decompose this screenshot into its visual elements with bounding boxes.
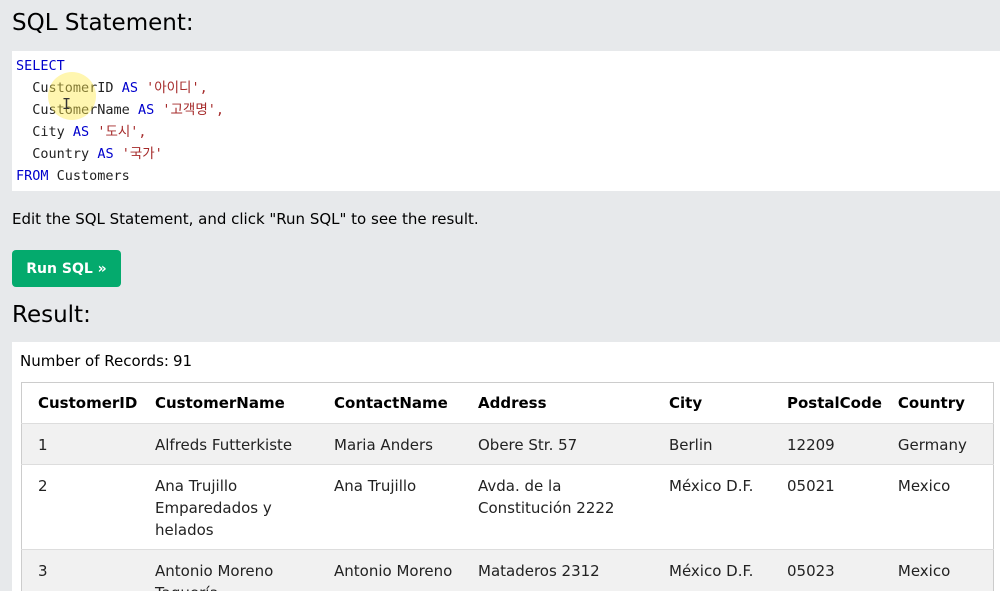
sql-editor[interactable]: SELECT CustomerID AS '아이디', CustomerName… <box>12 51 1000 191</box>
table-cell: Germany <box>881 423 994 465</box>
sql-line: SELECT <box>16 55 1000 77</box>
table-cell: México D.F. <box>653 549 771 591</box>
table-cell: Mexico <box>881 464 994 550</box>
column-header: City <box>653 382 771 424</box>
table-cell: Berlin <box>653 423 771 465</box>
sql-statement-heading: SQL Statement: <box>12 10 194 36</box>
table-cell: 05021 <box>771 464 882 550</box>
records-count: Number of Records: 91 <box>20 352 192 370</box>
sql-keyword: AS <box>121 80 138 96</box>
sql-field: CustomerID <box>32 80 114 96</box>
column-header: ContactName <box>318 382 462 424</box>
table-row: 2 Ana Trujillo Emparedados y helados Ana… <box>21 464 994 550</box>
column-header: PostalCode <box>771 382 882 424</box>
sql-keyword: AS <box>72 124 90 140</box>
sql-line: Country AS '국가' <box>16 143 1000 165</box>
sql-keyword: SELECT <box>16 58 65 74</box>
table-row: 1 Alfreds Futterkiste Maria Anders Obere… <box>21 423 994 465</box>
table-cell: Ana Trujillo <box>318 464 462 550</box>
table-cell: Antonio Moreno Taquería <box>139 549 318 591</box>
column-header: CustomerID <box>21 382 139 424</box>
run-sql-button[interactable]: Run SQL » <box>12 250 121 287</box>
text-cursor-icon: I <box>62 95 72 113</box>
table-cell: 12209 <box>771 423 882 465</box>
result-heading: Result: <box>12 302 91 328</box>
sql-line: CustomerName AS '고객명', <box>16 99 1000 121</box>
sql-keyword: FROM <box>16 168 49 184</box>
column-header: Country <box>881 382 994 424</box>
table-cell: Mataderos 2312 <box>462 549 653 591</box>
table-cell: Ana Trujillo Emparedados y helados <box>139 464 318 550</box>
table-cell: Antonio Moreno <box>318 549 462 591</box>
table-cell: 05023 <box>771 549 882 591</box>
sql-field: Country <box>32 146 90 162</box>
table-cell: 2 <box>21 464 139 550</box>
table-cell: Alfreds Futterkiste <box>139 423 318 465</box>
sql-alias: '국가' <box>121 146 163 162</box>
table-row: 3 Antonio Moreno Taquería Antonio Moreno… <box>21 549 994 591</box>
records-label: Number of Records: <box>20 352 169 370</box>
sql-alias: '도시', <box>97 124 147 140</box>
table-header-row: CustomerID CustomerName ContactName Addr… <box>21 382 994 424</box>
table-cell: Avda. de la Constitución 2222 <box>462 464 653 550</box>
column-header: Address <box>462 382 653 424</box>
table-cell: Mexico <box>881 549 994 591</box>
result-panel: Number of Records: 91 CustomerID Customer… <box>12 342 1000 591</box>
sql-line: CustomerID AS '아이디', <box>16 77 1000 99</box>
table-cell: México D.F. <box>653 464 771 550</box>
results-table: CustomerID CustomerName ContactName Addr… <box>21 382 994 591</box>
table-cell: 1 <box>21 423 139 465</box>
table-cell: Obere Str. 57 <box>462 423 653 465</box>
table-cell: Maria Anders <box>318 423 462 465</box>
records-value: 91 <box>172 352 193 370</box>
instructions-text: Edit the SQL Statement, and click "Run S… <box>12 210 479 228</box>
sql-keyword: AS <box>97 146 114 162</box>
sql-alias: '아이디', <box>146 80 208 96</box>
column-header: CustomerName <box>139 382 318 424</box>
sql-alias: '고객명', <box>162 102 225 118</box>
sql-field: CustomerName <box>32 102 130 118</box>
sql-line: City AS '도시', <box>16 121 1000 143</box>
sql-table-name: Customers <box>56 168 130 184</box>
sql-line: FROM Customers <box>16 165 1000 187</box>
table-cell: 3 <box>21 549 139 591</box>
sql-field: City <box>32 124 65 140</box>
sql-keyword: AS <box>137 102 155 118</box>
